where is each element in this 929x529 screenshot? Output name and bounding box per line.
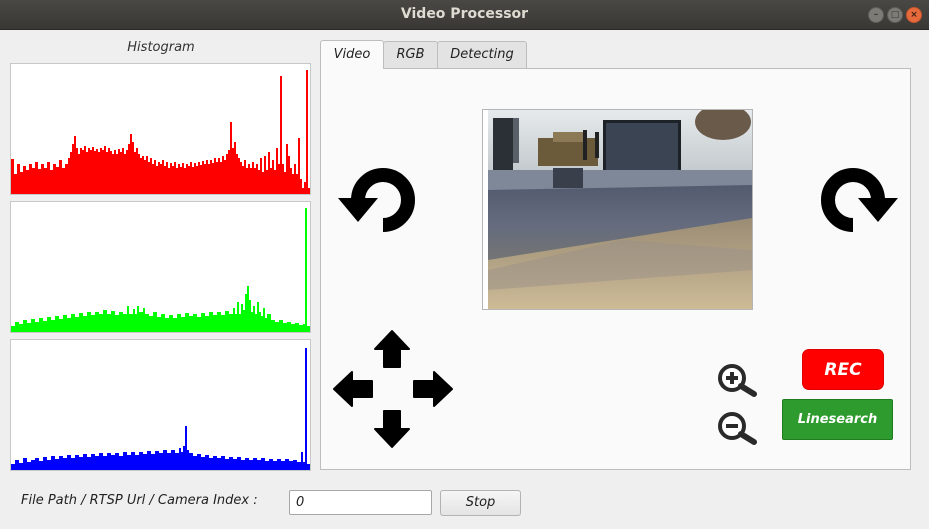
stop-button[interactable]: Stop [440,490,521,516]
arrow-down-icon[interactable] [374,409,410,453]
minimize-icon[interactable]: – [868,7,884,23]
histogram-red [10,63,311,195]
zoom-in-icon[interactable] [716,363,758,401]
zoom-out-icon[interactable] [716,411,758,449]
video-frame [482,104,753,310]
tab-rgb[interactable]: RGB [383,41,438,68]
arrow-up-icon[interactable] [374,329,410,373]
source-input[interactable] [289,490,432,515]
title-bar: Video Processor – □ × [0,0,929,30]
arrow-left-icon[interactable] [332,371,374,411]
window-title: Video Processor [400,6,529,22]
histogram-blue [10,339,311,471]
maximize-icon[interactable]: □ [887,7,903,23]
rec-button[interactable]: REC [802,349,884,390]
linesearch-button[interactable]: Linesearch [782,399,893,440]
tab-detecting[interactable]: Detecting [437,41,527,68]
histogram-green [10,201,311,333]
arrow-right-icon[interactable] [412,371,454,411]
rotate-clockwise-icon[interactable] [816,160,900,236]
close-icon[interactable]: × [906,7,922,23]
histogram-label: Histogram [127,40,195,55]
source-label: File Path / RTSP Url / Camera Index : [21,493,258,508]
tab-video[interactable]: Video [320,40,384,69]
rotate-counterclockwise-icon[interactable] [336,160,420,236]
